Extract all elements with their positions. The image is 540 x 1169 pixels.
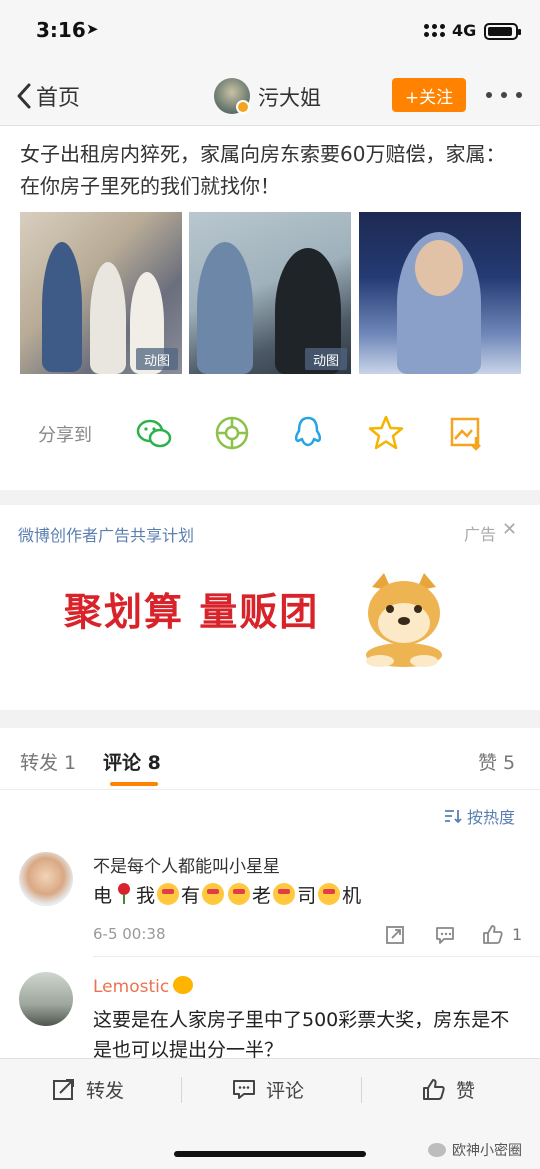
- comment-author-row[interactable]: Lemostic: [93, 976, 194, 997]
- chevron-left-icon: [17, 83, 31, 109]
- comment-text-part: 有: [181, 885, 201, 907]
- repost-button[interactable]: 转发: [52, 1075, 124, 1103]
- back-label: 首页: [36, 86, 81, 111]
- gif-badge: 动图: [305, 348, 347, 370]
- comment-item: Lemostic 这要是在人家房子里中了500彩票大奖，房东是不是也可以提出分一…: [0, 968, 540, 1061]
- account-name[interactable]: 污大姐: [258, 82, 321, 112]
- repost-icon: [53, 1079, 74, 1100]
- post-image-3[interactable]: [359, 212, 521, 374]
- status-time: 3:16: [36, 18, 86, 42]
- reply-comment-icon[interactable]: [434, 924, 456, 946]
- moments-icon[interactable]: [212, 413, 252, 453]
- comment-text-part: 电: [93, 885, 113, 907]
- gif-badge: 动图: [136, 348, 178, 370]
- divider: [361, 1077, 362, 1103]
- comment-avatar[interactable]: [19, 972, 73, 1026]
- wechat-icon[interactable]: [134, 413, 174, 453]
- heart-eyes-emoji-icon: [157, 883, 180, 905]
- ad-plan-link[interactable]: 微博创作者广告共享计划: [18, 522, 194, 546]
- kiss-emoji-icon: [202, 883, 225, 905]
- share-label: 分享到: [38, 425, 92, 446]
- sort-icon: [445, 810, 462, 824]
- active-tab-indicator: [110, 782, 158, 786]
- section-divider: [0, 710, 540, 728]
- save-image-icon[interactable]: [446, 413, 486, 453]
- repost-label: 转发: [86, 1079, 125, 1102]
- divider: [181, 1077, 182, 1103]
- comment-like-count: 1: [512, 925, 523, 944]
- tab-likes[interactable]: 赞 5: [478, 748, 515, 775]
- comment-text: 这要是在人家房子里中了500彩票大奖，房东是不是也可以提出分一半？: [93, 1009, 510, 1061]
- comment-text-part: 老: [252, 885, 272, 907]
- ad-slogan: 聚划算 量贩团: [64, 590, 320, 634]
- verified-badge-icon: [236, 100, 250, 114]
- post-image-2[interactable]: 动图: [189, 212, 351, 374]
- qzone-star-icon[interactable]: [366, 413, 406, 453]
- close-icon[interactable]: ✕: [502, 519, 517, 540]
- nav-bar: 首页 污大姐 +关注: [0, 66, 540, 126]
- thumbs-up-icon: [423, 1079, 445, 1100]
- comment-time: 6-5 00:38: [93, 925, 166, 943]
- location-arrow-icon: ➤: [86, 20, 99, 38]
- wechat-logo-icon: [428, 1143, 446, 1157]
- tab-comments[interactable]: 评论 8: [103, 748, 161, 775]
- comment-text-part: 我: [136, 885, 156, 907]
- watermark-text: 欧神小密圈: [452, 1143, 522, 1159]
- post-text: 女子出租房内猝死，家属向房东索要60万赔偿，家属：在你房子里死的我们就找你！: [20, 142, 506, 198]
- network-type: 4G: [452, 21, 477, 40]
- kiss-emoji-icon: [273, 883, 296, 905]
- status-bar: 3:16 ➤ 4G: [0, 0, 540, 66]
- ad-card[interactable]: 微博创作者广告共享计划 广告 ✕ 聚划算 量贩团: [0, 505, 540, 710]
- comment-button[interactable]: 评论: [232, 1075, 304, 1103]
- like-button[interactable]: 赞: [422, 1075, 475, 1103]
- rose-emoji-icon: [114, 883, 134, 905]
- more-options-button[interactable]: [486, 92, 522, 100]
- comment-text: 电我有老司机: [93, 881, 513, 911]
- ad-tag: 广告: [464, 525, 497, 544]
- vip-crown-icon: [173, 976, 194, 994]
- doge-mascot-icon: [366, 573, 442, 667]
- share-row: 分享到: [0, 400, 540, 466]
- section-divider: [0, 490, 540, 505]
- kiss-emoji-icon: [228, 883, 251, 905]
- comment-author[interactable]: 不是每个人都能叫小星星: [93, 852, 280, 877]
- comment-divider: [93, 956, 540, 957]
- back-button[interactable]: 首页: [14, 80, 80, 112]
- watermark: 欧神小密圈: [428, 1140, 522, 1160]
- tab-repost[interactable]: 转发 1: [20, 748, 76, 775]
- comment-avatar[interactable]: [19, 852, 73, 906]
- signal-icon: [424, 24, 446, 40]
- post-image-1[interactable]: 动图: [20, 212, 182, 374]
- sort-label: 按热度: [467, 808, 516, 827]
- comment-author[interactable]: Lemostic: [93, 977, 169, 997]
- comment-item: 不是每个人都能叫小星星 电 我 有 老 司 机 6-5 00:38 1: [0, 848, 540, 958]
- follow-button[interactable]: +关注: [392, 78, 466, 112]
- interaction-tabs: 转发 1 评论 8 赞 5: [0, 728, 540, 790]
- sort-button[interactable]: 按热度: [444, 804, 515, 828]
- comment-text-part: 司: [297, 885, 317, 907]
- comment-text-part: 机: [342, 885, 362, 907]
- qq-icon[interactable]: [288, 413, 328, 453]
- comment-icon: [233, 1080, 255, 1099]
- comment-label: 评论: [266, 1079, 305, 1102]
- kiss-emoji-icon: [318, 883, 341, 905]
- repost-comment-icon[interactable]: [384, 924, 406, 946]
- like-label: 赞: [456, 1079, 476, 1102]
- home-indicator[interactable]: [174, 1151, 366, 1157]
- like-comment-icon[interactable]: [482, 923, 504, 945]
- battery-icon: [484, 23, 521, 40]
